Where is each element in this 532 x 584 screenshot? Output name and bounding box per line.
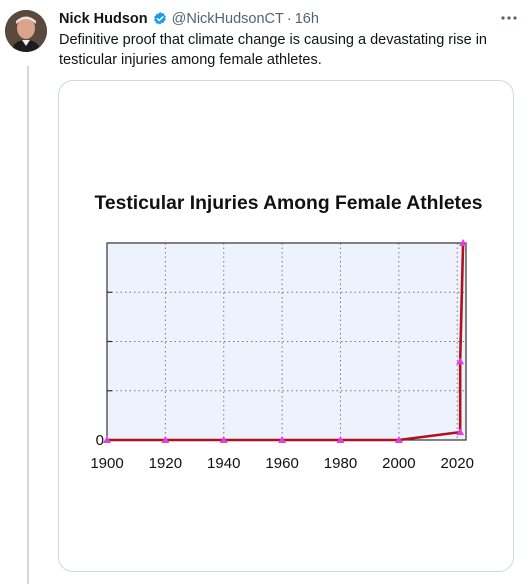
author-name[interactable]: Nick Hudson [59, 11, 148, 27]
x-tick-label: 1940 [207, 455, 240, 472]
tweet-text: Definitive proof that climate change is … [59, 32, 487, 68]
tweet-media-image[interactable]: Testicular Injuries Among Female Athlete… [58, 80, 514, 572]
line-chart: Testicular Injuries Among Female Athlete… [90, 193, 483, 472]
post-time[interactable]: 16h [295, 11, 319, 27]
more-icon[interactable] [496, 8, 522, 28]
avatar-image [5, 10, 47, 52]
x-tick-label: 1920 [149, 455, 182, 472]
x-tick-label: 2020 [441, 455, 474, 472]
author-handle[interactable]: @NickHudsonCT [172, 11, 284, 27]
y-tick-label: 0 [96, 432, 104, 449]
tweet-header: Nick Hudson @NickHudsonCT · 16h [59, 9, 492, 29]
verified-badge-icon [152, 11, 168, 27]
x-tick-label: 1900 [90, 455, 123, 472]
x-tick-label: 1960 [265, 455, 298, 472]
thread-line [27, 66, 29, 584]
x-tick-label: 2000 [382, 455, 415, 472]
separator-dot: · [286, 11, 292, 27]
plot-area [107, 243, 466, 440]
chart-title: Testicular Injuries Among Female Athlete… [95, 193, 483, 214]
avatar[interactable] [5, 10, 47, 52]
x-tick-label: 1980 [324, 455, 357, 472]
